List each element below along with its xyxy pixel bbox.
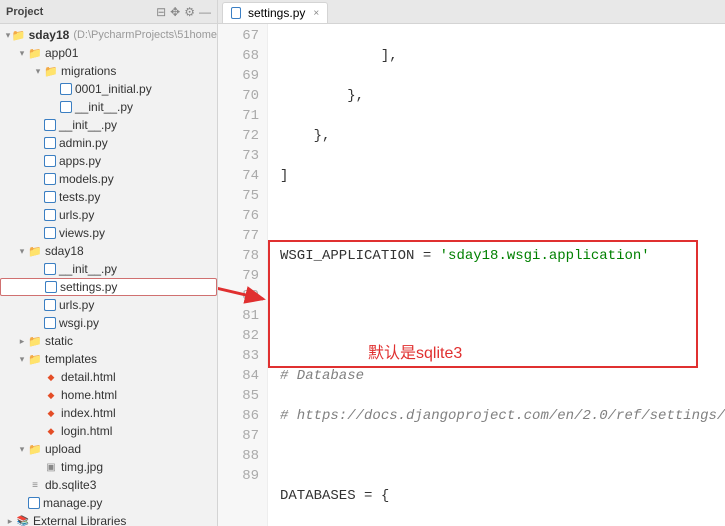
target-icon[interactable]: ✥	[170, 5, 180, 19]
python-file-icon	[60, 83, 72, 95]
line-gutter: 6768697071727374757677787980818283848586…	[218, 24, 268, 526]
tab-settings[interactable]: settings.py ×	[222, 2, 328, 23]
project-tree[interactable]: ▾sday18(D:\PycharmProjects\51home ▾app01…	[0, 24, 217, 526]
tree-item[interactable]: login.html	[0, 422, 217, 440]
python-file-icon	[28, 497, 40, 509]
python-file-icon	[44, 299, 56, 311]
tree-item[interactable]: apps.py	[0, 152, 217, 170]
tree-item[interactable]: db.sqlite3	[0, 476, 217, 494]
tree-root[interactable]: ▾sday18(D:\PycharmProjects\51home	[0, 26, 217, 44]
tree-item-upload[interactable]: ▾upload	[0, 440, 217, 458]
tree-item[interactable]: __init__.py	[0, 260, 217, 278]
python-file-icon	[44, 227, 56, 239]
python-file-icon	[60, 101, 72, 113]
html-file-icon	[44, 406, 58, 420]
tree-item[interactable]: timg.jpg	[0, 458, 217, 476]
python-file-icon	[44, 317, 56, 329]
tree-item-templates[interactable]: ▾templates	[0, 350, 217, 368]
html-file-icon	[44, 370, 58, 384]
folder-icon	[12, 28, 26, 42]
python-file-icon	[45, 281, 57, 293]
close-icon[interactable]: ×	[313, 8, 319, 19]
python-file-icon	[44, 173, 56, 185]
collapse-icon[interactable]: ⊟	[156, 5, 166, 19]
tree-item[interactable]: views.py	[0, 224, 217, 242]
image-file-icon	[44, 460, 58, 474]
project-toolbar-icons[interactable]: ⊟ ✥ ⚙ —	[156, 5, 211, 19]
tree-item[interactable]: wsgi.py	[0, 314, 217, 332]
folder-icon	[28, 442, 42, 456]
html-file-icon	[44, 424, 58, 438]
package-icon	[28, 46, 42, 60]
tree-item[interactable]: __init__.py	[0, 98, 217, 116]
tree-item-sday18[interactable]: ▾sday18	[0, 242, 217, 260]
tree-item-migrations[interactable]: ▾migrations	[0, 62, 217, 80]
tree-item[interactable]: tests.py	[0, 188, 217, 206]
package-icon	[44, 64, 58, 78]
tree-item-ext-libs[interactable]: ▸External Libraries	[0, 512, 217, 526]
python-file-icon	[231, 8, 241, 18]
python-file-icon	[44, 137, 56, 149]
python-file-icon	[44, 209, 56, 221]
python-file-icon	[44, 191, 56, 203]
package-icon	[28, 244, 42, 258]
project-tool-header: Project ⊟ ✥ ⚙ —	[0, 0, 217, 24]
tree-item[interactable]: manage.py	[0, 494, 217, 512]
python-file-icon	[44, 263, 56, 275]
tree-item-app01[interactable]: ▾app01	[0, 44, 217, 62]
tree-item[interactable]: urls.py	[0, 296, 217, 314]
project-title: Project	[6, 6, 43, 18]
tree-item-settings[interactable]: settings.py	[0, 278, 217, 296]
code-editor[interactable]: 6768697071727374757677787980818283848586…	[218, 24, 725, 526]
tree-item[interactable]: home.html	[0, 386, 217, 404]
hide-icon[interactable]: —	[199, 5, 211, 19]
gear-icon[interactable]: ⚙	[184, 5, 195, 19]
tree-item[interactable]: urls.py	[0, 206, 217, 224]
python-file-icon	[44, 155, 56, 167]
editor-tabs: settings.py ×	[218, 0, 725, 24]
tree-item[interactable]: admin.py	[0, 134, 217, 152]
tree-item[interactable]: 0001_initial.py	[0, 80, 217, 98]
tree-item[interactable]: index.html	[0, 404, 217, 422]
tree-item[interactable]: detail.html	[0, 368, 217, 386]
code-content[interactable]: ], }, }, ] WSGI_APPLICATION = 'sday18.ws…	[268, 24, 725, 526]
tree-item-static[interactable]: ▸static	[0, 332, 217, 350]
tab-label: settings.py	[248, 6, 305, 20]
annotation-text: 默认是sqlite3	[368, 344, 462, 364]
html-file-icon	[44, 388, 58, 402]
folder-icon	[28, 334, 42, 348]
tree-item[interactable]: __init__.py	[0, 116, 217, 134]
python-file-icon	[44, 119, 56, 131]
folder-icon	[28, 352, 42, 366]
db-file-icon	[28, 478, 42, 492]
tree-item[interactable]: models.py	[0, 170, 217, 188]
library-icon	[16, 514, 30, 526]
